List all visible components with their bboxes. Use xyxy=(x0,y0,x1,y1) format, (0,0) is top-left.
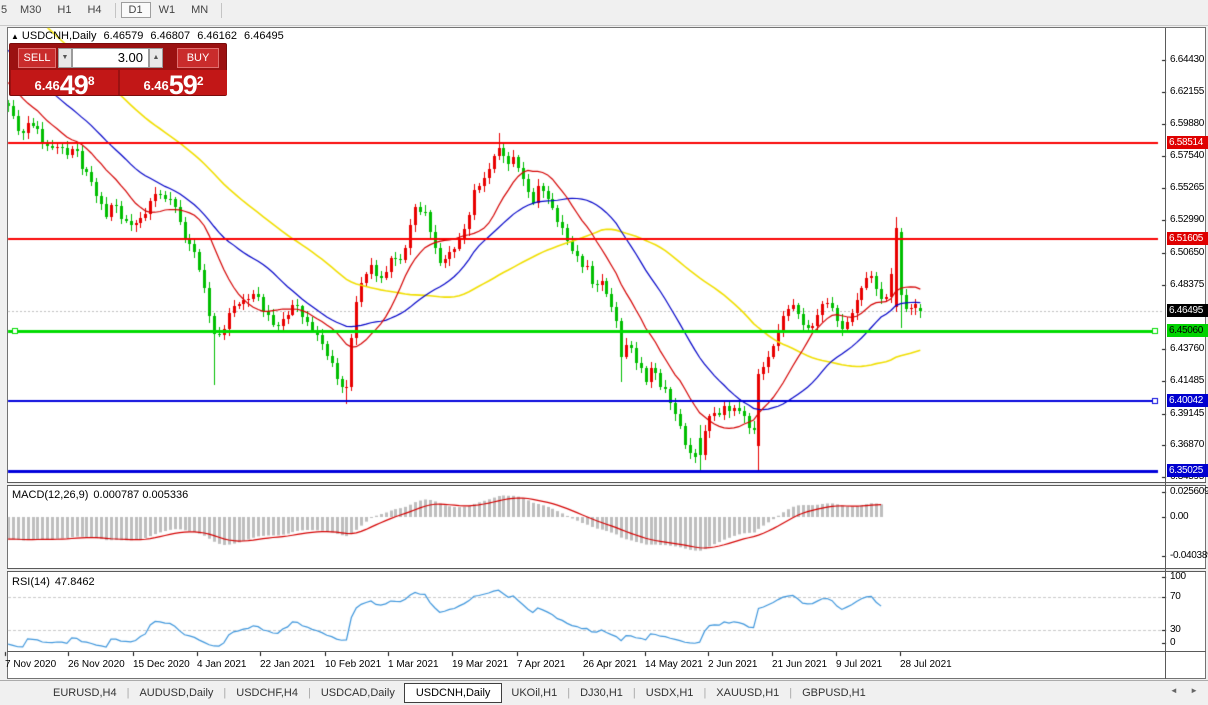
price-tick-label: 6.55265 xyxy=(1170,182,1204,193)
buy-button[interactable]: BUY xyxy=(177,48,219,68)
price-tick-label: 6.57540 xyxy=(1170,150,1204,161)
rsi-tick-label: 70 xyxy=(1170,591,1181,602)
collapse-triangle-icon[interactable]: ▲ xyxy=(11,32,19,41)
price-badge: 6.51605 xyxy=(1167,232,1208,245)
macd-tick-label: -0.040389 xyxy=(1170,550,1208,561)
buy-price-prefix: 6.46 xyxy=(143,78,168,93)
sell-price-pip: 8 xyxy=(88,74,95,88)
tab-scroll-left-icon[interactable]: ◄ xyxy=(1170,686,1178,695)
buy-price-pip: 2 xyxy=(197,74,204,88)
ohlc-high: 6.46807 xyxy=(150,30,190,42)
date-tick-label: 10 Feb 2021 xyxy=(325,659,381,670)
chart-title: ▲USDCNH,Daily 6.46579 6.46807 6.46162 6.… xyxy=(11,30,288,42)
date-tick-label: 21 Jun 2021 xyxy=(772,659,827,670)
date-tick-label: 4 Jan 2021 xyxy=(197,659,247,670)
sell-button[interactable]: SELL xyxy=(18,48,56,68)
price-tick-label: 6.41485 xyxy=(1170,375,1204,386)
buy-price[interactable]: 6.46592 xyxy=(120,70,227,95)
ohlc-low: 6.46162 xyxy=(197,30,237,42)
one-click-trading-panel: SELL ▼ 3.00 ▲ BUY 6.46498 6.46592 xyxy=(9,43,227,96)
price-tick-label: 6.36870 xyxy=(1170,439,1204,450)
date-tick-label: 14 May 2021 xyxy=(645,659,703,670)
date-tick-label: 9 Jul 2021 xyxy=(836,659,882,670)
rsi-tick-label: 30 xyxy=(1170,624,1181,635)
price-tick-label: 6.39145 xyxy=(1170,408,1204,419)
price-tick-label: 6.48375 xyxy=(1170,279,1204,290)
price-badge: 6.46495 xyxy=(1167,304,1208,317)
macd-tick-label: 0.00 xyxy=(1170,511,1188,522)
symbol-label: USDCNH,Daily xyxy=(22,30,97,42)
macd-name: MACD(12,26,9) xyxy=(12,489,88,501)
date-tick-label: 22 Jan 2021 xyxy=(260,659,315,670)
price-badge: 6.35025 xyxy=(1167,464,1208,477)
volume-increase-button[interactable]: ▲ xyxy=(149,48,163,68)
volume-input[interactable]: 3.00 xyxy=(72,48,149,68)
ohlc-close: 6.46495 xyxy=(244,30,284,42)
tab-scroll-right-icon[interactable]: ► xyxy=(1190,686,1198,695)
price-tick-label: 6.62155 xyxy=(1170,86,1204,97)
macd-label: MACD(12,26,9) 0.000787 0.005336 xyxy=(12,489,193,501)
date-tick-label: 26 Nov 2020 xyxy=(68,659,125,670)
price-badge: 6.58514 xyxy=(1167,136,1208,149)
macd-values: 0.000787 0.005336 xyxy=(93,489,188,501)
buy-price-big: 59 xyxy=(169,70,197,100)
date-tick-label: 19 Mar 2021 xyxy=(452,659,508,670)
date-tick-label: 28 Jul 2021 xyxy=(900,659,952,670)
price-axis-divider xyxy=(1165,28,1166,679)
rsi-panel-separator2 xyxy=(7,571,1206,572)
date-axis-separator xyxy=(7,651,1206,652)
macd-tick-label: 0.025609 xyxy=(1170,486,1208,497)
sell-price-prefix: 6.46 xyxy=(34,78,59,93)
date-tick-label: 1 Mar 2021 xyxy=(388,659,439,670)
sell-price-big: 49 xyxy=(60,70,88,100)
date-tick-label: 15 Dec 2020 xyxy=(133,659,190,670)
sell-price[interactable]: 6.46498 xyxy=(11,70,118,95)
rsi-tick-label: 100 xyxy=(1170,571,1186,582)
date-tick-label: 7 Apr 2021 xyxy=(517,659,565,670)
rsi-label: RSI(14) 47.8462 xyxy=(12,576,100,588)
date-tick-label: 26 Apr 2021 xyxy=(583,659,637,670)
rsi-name: RSI(14) xyxy=(12,576,50,588)
price-tick-label: 6.59880 xyxy=(1170,118,1204,129)
price-tick-label: 6.50650 xyxy=(1170,247,1204,258)
macd-panel-separator2 xyxy=(7,485,1206,486)
ohlc-open: 6.46579 xyxy=(104,30,144,42)
date-tick-label: 7 Nov 2020 xyxy=(5,659,56,670)
tab-scroll-arrows: ◄ ► xyxy=(1160,686,1198,695)
price-badge: 6.40042 xyxy=(1167,394,1208,407)
chart-canvas[interactable] xyxy=(0,0,1208,705)
rsi-value: 47.8462 xyxy=(55,576,95,588)
price-tick-label: 6.52990 xyxy=(1170,214,1204,225)
rsi-tick-label: 0 xyxy=(1170,637,1175,648)
volume-decrease-button[interactable]: ▼ xyxy=(58,48,72,68)
price-tick-label: 6.64430 xyxy=(1170,54,1204,65)
date-tick-label: 2 Jun 2021 xyxy=(708,659,758,670)
price-tick-label: 6.43760 xyxy=(1170,343,1204,354)
price-badge: 6.45060 xyxy=(1167,324,1208,337)
